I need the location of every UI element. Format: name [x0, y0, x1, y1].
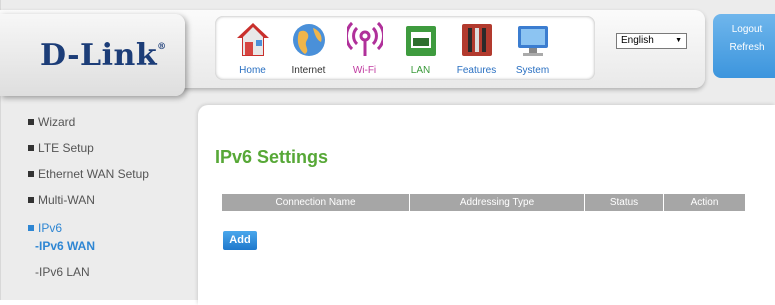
nav-system-label: System	[515, 65, 550, 76]
connections-table-header: Connection Name Addressing Type Status A…	[222, 194, 745, 211]
globe-icon	[293, 24, 325, 56]
chevron-down-icon: ▼	[675, 37, 682, 44]
column-header-status: Status	[585, 194, 664, 211]
nav-wifi-label: Wi-Fi	[352, 65, 377, 76]
logo-panel: D-Link®	[0, 14, 185, 96]
column-header-addressing-type: Addressing Type	[410, 194, 585, 211]
nav-internet[interactable]: Internet	[281, 20, 336, 78]
sidebar-item-label: LTE Setup	[38, 141, 94, 155]
bullet-icon	[28, 118, 34, 125]
sidebar-item-ipv6[interactable]: IPv6	[28, 221, 62, 235]
nav-system[interactable]: System	[505, 20, 560, 78]
wifi-icon	[347, 21, 383, 56]
account-panel: Logout Refresh	[713, 14, 775, 78]
language-select-value: English	[621, 35, 654, 46]
sidebar-subitem-ipv6-wan[interactable]: -IPv6 WAN	[35, 239, 95, 253]
sidebar-item-label: IPv6	[38, 221, 63, 235]
column-header-connection-name: Connection Name	[222, 194, 410, 211]
sidebar-subitem-ipv6-lan[interactable]: -IPv6 LAN	[35, 265, 90, 279]
logout-link[interactable]: Logout	[722, 24, 772, 35]
sidebar-item-ethernet-wan[interactable]: Ethernet WAN Setup	[28, 167, 149, 181]
main-nav: Home Internet Wi-Fi LAN Features System	[215, 16, 595, 80]
nav-lan[interactable]: LAN	[393, 20, 448, 78]
bullet-icon	[28, 170, 34, 177]
monitor-icon	[518, 26, 548, 56]
page-title: IPv6 Settings	[215, 147, 329, 167]
add-button[interactable]: Add	[223, 231, 257, 250]
home-icon	[237, 23, 269, 56]
sidebar-item-wizard[interactable]: Wizard	[28, 115, 75, 129]
bullet-icon	[28, 144, 34, 151]
nav-features-label: Features	[456, 65, 497, 76]
nav-features[interactable]: Features	[449, 20, 504, 78]
nav-lan-label: LAN	[410, 65, 431, 76]
nav-home[interactable]: Home	[225, 20, 280, 78]
tools-icon	[462, 24, 492, 56]
sidebar-item-label: Wizard	[38, 115, 76, 129]
sidebar-item-lte-setup[interactable]: LTE Setup	[28, 141, 94, 155]
refresh-link[interactable]: Refresh	[722, 42, 772, 53]
sidebar-item-label: Ethernet WAN Setup	[38, 167, 149, 181]
bullet-icon	[28, 196, 34, 203]
dlink-logo[interactable]: D-Link®	[40, 38, 167, 73]
bullet-icon	[28, 224, 34, 231]
sidebar-item-multi-wan[interactable]: Multi-WAN	[28, 193, 95, 207]
nav-internet-label: Internet	[291, 65, 326, 76]
language-select[interactable]: English ▼	[616, 33, 687, 49]
column-header-action: Action	[690, 197, 719, 208]
nav-wifi[interactable]: Wi-Fi	[337, 20, 392, 78]
nav-home-label: Home	[239, 65, 266, 76]
sidebar-item-label: Multi-WAN	[38, 193, 95, 207]
lan-icon	[406, 26, 436, 56]
